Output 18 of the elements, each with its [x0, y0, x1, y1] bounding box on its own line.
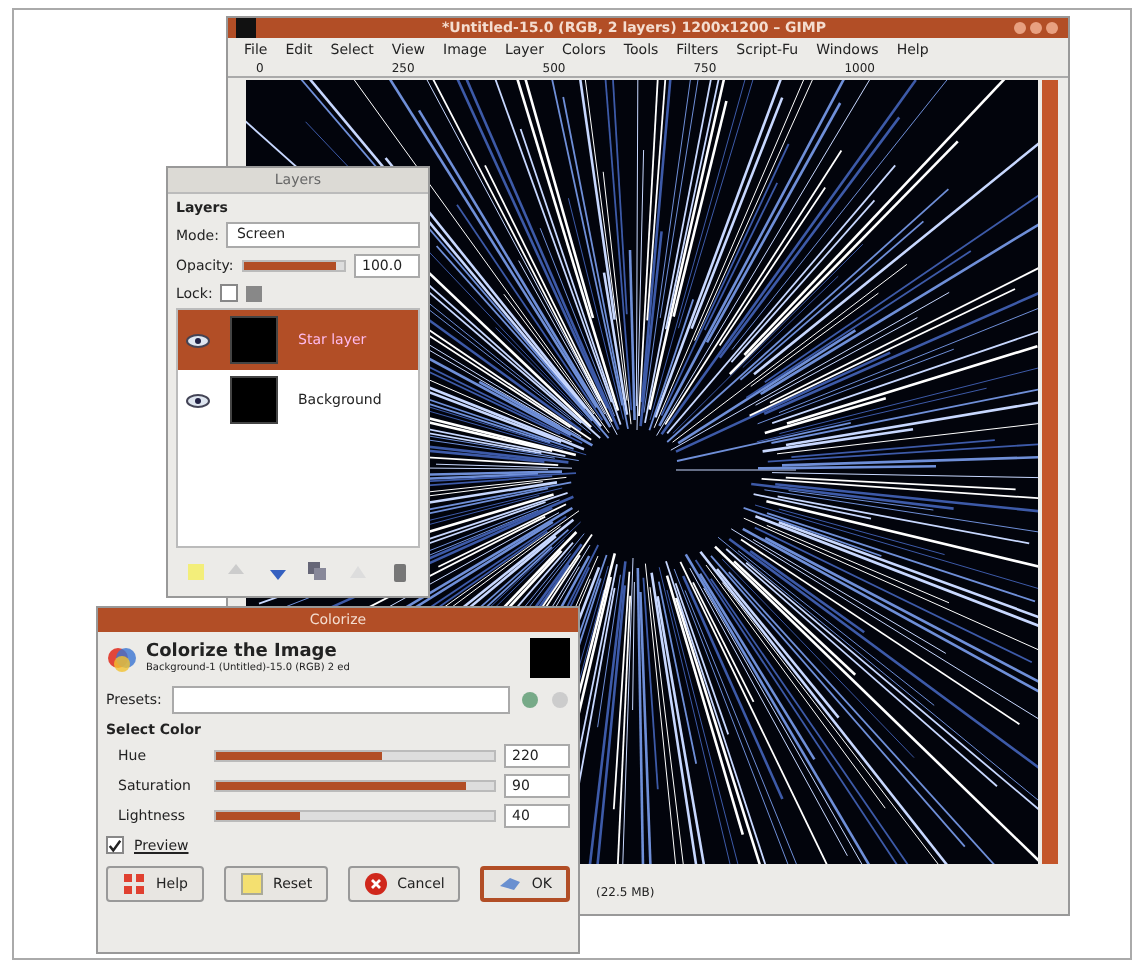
- lock-checkbox[interactable]: [220, 284, 239, 302]
- dialog-heading: Colorize the Image: [146, 642, 339, 662]
- layer-preview: [530, 638, 570, 678]
- slider-track[interactable]: [214, 780, 496, 792]
- slider-track[interactable]: [214, 810, 496, 822]
- colors-icon: [106, 642, 138, 674]
- slider-track[interactable]: [214, 750, 496, 762]
- layer-thumbnail: [230, 376, 278, 424]
- window-icon: [236, 18, 256, 38]
- window-controls-icon: [1012, 20, 1060, 36]
- layer-thumbnail: [230, 316, 278, 364]
- presets-dropdown[interactable]: [171, 686, 510, 714]
- vertical-scrollbar[interactable]: [1042, 80, 1058, 864]
- cancel-icon: [363, 872, 388, 896]
- duplicate-icon[interactable]: [306, 560, 331, 584]
- lock-alpha-icon[interactable]: [246, 285, 263, 301]
- opacity-slider[interactable]: [241, 260, 346, 272]
- preview-checkbox[interactable]: [106, 836, 124, 854]
